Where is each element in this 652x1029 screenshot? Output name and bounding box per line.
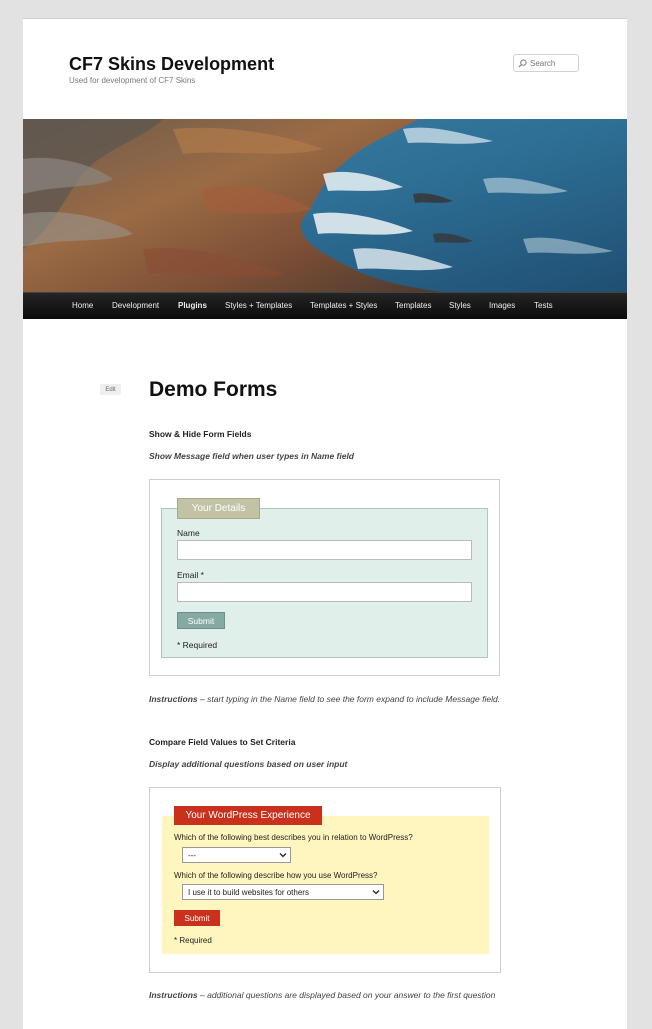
nav-item-home[interactable]: Home bbox=[72, 301, 93, 310]
section1-instructions-text: – start typing in the Name field to see … bbox=[197, 694, 501, 704]
email-field[interactable] bbox=[177, 582, 472, 602]
name-field[interactable] bbox=[177, 540, 472, 560]
search-icon bbox=[518, 58, 527, 68]
form1-required-note: * Required bbox=[177, 640, 218, 650]
nav-item-styles-templates[interactable]: Styles + Templates bbox=[225, 301, 292, 310]
form2-legend: Your WordPress Experience bbox=[174, 806, 322, 825]
section1-subtitle: Show Message field when user types in Na… bbox=[149, 451, 355, 461]
q2-selected-value: I use it to build websites for others bbox=[188, 887, 309, 897]
section1-instructions: Instructions – start typing in the Name … bbox=[149, 692, 505, 707]
page-title: Demo Forms bbox=[149, 378, 278, 401]
q2-select[interactable]: I use it to build websites for others bbox=[182, 884, 384, 900]
nav-item-tests[interactable]: Tests bbox=[534, 301, 553, 310]
section2-instructions-text: – additional questions are displayed bas… bbox=[197, 990, 496, 1000]
chevron-down-icon bbox=[279, 853, 287, 858]
nav-item-templates-styles[interactable]: Templates + Styles bbox=[310, 301, 377, 310]
form2-required-note: * Required bbox=[174, 936, 212, 945]
page-container: CF7 Skins Development Used for developme… bbox=[23, 18, 627, 1029]
form1-submit-button[interactable]: Submit bbox=[177, 612, 225, 629]
search-input[interactable] bbox=[530, 58, 578, 68]
email-label: Email * bbox=[177, 570, 204, 580]
section1-title: Show & Hide Form Fields bbox=[149, 429, 252, 439]
nav-item-images[interactable]: Images bbox=[489, 301, 515, 310]
section2-instructions: Instructions – additional questions are … bbox=[149, 988, 505, 1003]
nav-item-templates[interactable]: Templates bbox=[395, 301, 431, 310]
site-title[interactable]: CF7 Skins Development bbox=[69, 54, 274, 75]
main-navigation: Home Development Plugins Styles + Templa… bbox=[23, 292, 627, 319]
site-description: Used for development of CF7 Skins bbox=[69, 76, 196, 85]
q2-label: Which of the following describe how you … bbox=[174, 871, 378, 880]
nav-item-plugins[interactable]: Plugins bbox=[178, 301, 207, 310]
section1-instructions-lead: Instructions bbox=[149, 694, 198, 704]
search-box[interactable] bbox=[513, 54, 579, 72]
chevron-down-icon bbox=[372, 890, 380, 895]
edit-link[interactable]: Edit bbox=[100, 384, 121, 395]
nav-item-development[interactable]: Development bbox=[112, 301, 159, 310]
section2-instructions-lead: Instructions bbox=[149, 990, 198, 1000]
form1-legend: Your Details bbox=[177, 498, 260, 519]
q1-select[interactable]: --- bbox=[182, 847, 291, 863]
section2-subtitle: Display additional questions based on us… bbox=[149, 759, 348, 769]
section2-title: Compare Field Values to Set Criteria bbox=[149, 737, 296, 747]
q1-selected-value: --- bbox=[188, 850, 196, 860]
q1-label: Which of the following best describes yo… bbox=[174, 833, 413, 842]
nav-item-styles[interactable]: Styles bbox=[449, 301, 471, 310]
form2-submit-button[interactable]: Submit bbox=[174, 910, 220, 926]
name-label: Name bbox=[177, 528, 200, 538]
header-banner-image bbox=[23, 119, 627, 292]
